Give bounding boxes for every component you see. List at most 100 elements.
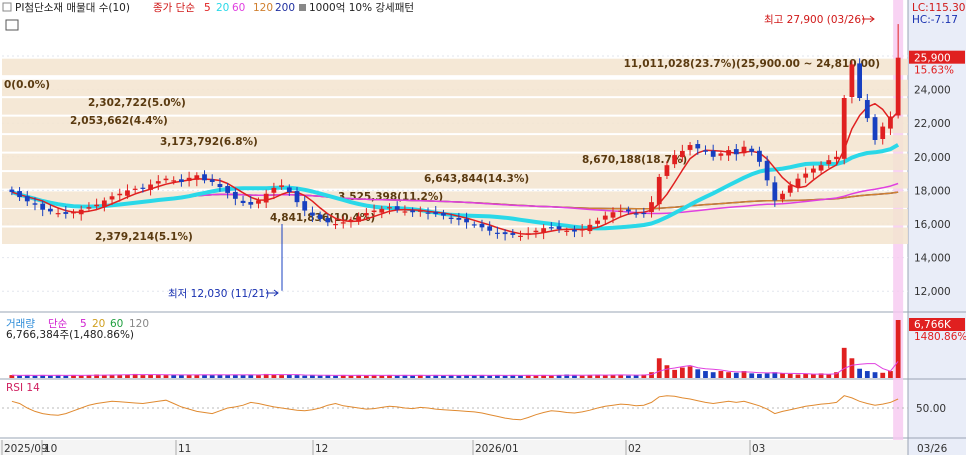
volume-bar xyxy=(687,366,693,378)
volume-bar xyxy=(733,372,739,378)
candle-body xyxy=(564,230,570,232)
volume-bar xyxy=(703,371,708,378)
candle-body xyxy=(71,212,76,214)
candle-body xyxy=(248,201,254,205)
legend-ma-60[interactable]: 60 xyxy=(232,2,245,14)
volume-readout: 6,766,384주(1,480.86%) xyxy=(6,329,134,341)
x-axis-area xyxy=(0,440,908,455)
candle-body xyxy=(163,178,169,181)
candle-body xyxy=(595,220,600,224)
candle-body xyxy=(333,224,338,226)
candle-body xyxy=(880,126,886,139)
volume-bar xyxy=(502,375,508,378)
candle-body xyxy=(363,213,369,216)
volume-profile-label: 3,173,792(6.8%) xyxy=(160,136,258,148)
hc-readout: HC:-7.17 xyxy=(912,14,958,26)
volume-bar xyxy=(841,347,847,378)
volume-bar xyxy=(618,375,624,378)
candle-body xyxy=(471,224,477,226)
volume-bar xyxy=(749,373,755,378)
candle-body xyxy=(826,160,832,165)
candle-body xyxy=(78,209,84,215)
candle-body xyxy=(556,226,562,230)
legend-ma-120[interactable]: 120 xyxy=(253,2,273,14)
volume-bar xyxy=(533,375,539,378)
volume-bar xyxy=(256,375,261,378)
rsi-tick-label: 50.00 xyxy=(916,403,946,415)
candle-body xyxy=(810,168,816,173)
volume-bar xyxy=(826,374,832,378)
candle-body xyxy=(387,207,392,209)
volume-bar xyxy=(379,375,385,378)
volume-bar xyxy=(695,369,701,378)
volume-bar xyxy=(363,375,369,378)
volume-bar xyxy=(487,375,493,378)
volume-tag: 6,766K xyxy=(914,319,952,331)
volume-bar xyxy=(471,375,477,378)
volume-bar xyxy=(718,371,724,378)
legend-ma-200[interactable]: 200 xyxy=(275,2,295,14)
candle-body xyxy=(317,214,323,219)
candle-body xyxy=(325,217,331,223)
candle-body xyxy=(494,232,500,234)
price-tick-label: 20,000 xyxy=(914,152,951,164)
candle-body xyxy=(24,196,30,202)
price-ma-label: 종가 단순 xyxy=(153,2,195,14)
candle-body xyxy=(417,210,423,212)
candle-body xyxy=(225,186,231,193)
price-tick-label: 16,000 xyxy=(914,219,951,231)
volume-bar xyxy=(710,372,716,378)
candle-body xyxy=(710,150,716,157)
volume-change-tag: 1480.86% xyxy=(914,331,966,343)
volume-bar xyxy=(17,375,22,378)
candle-body xyxy=(641,212,647,215)
candle-body xyxy=(757,150,762,162)
candle-body xyxy=(186,177,192,181)
candle-body xyxy=(256,200,261,204)
volume-bar xyxy=(32,375,38,378)
legend-ma-5[interactable]: 5 xyxy=(204,2,211,14)
high-price-annotation: 최고 27,900 (03/26) xyxy=(764,14,865,26)
candle-body xyxy=(780,193,785,200)
volume-bar xyxy=(780,373,785,378)
candle-body xyxy=(202,174,207,181)
candle-body xyxy=(818,165,824,171)
volume-bar xyxy=(410,375,416,378)
volume-profile-label: 2,379,214(5.1%) xyxy=(95,231,193,243)
candle-body xyxy=(787,185,793,193)
stock-chart[interactable]: 26,00024,00022,00020,00018,00016,00014,0… xyxy=(0,0,966,455)
volume-bar xyxy=(726,372,731,378)
candle-body xyxy=(726,150,731,156)
candle-body xyxy=(487,226,493,231)
stock-chart-window: 26,00024,00022,00020,00018,00016,00014,0… xyxy=(0,0,966,455)
series-name: PI첨단소재 매물대 수(10) xyxy=(15,2,130,14)
volume-bar xyxy=(872,372,878,378)
price-tick-label: 12,000 xyxy=(914,286,951,298)
candle-body xyxy=(548,227,554,229)
candle-body xyxy=(9,189,15,193)
candle-body xyxy=(279,185,284,187)
current-price-tag: 25,900 xyxy=(914,53,951,65)
candle-body xyxy=(171,180,177,182)
candle-body xyxy=(55,213,61,215)
price-tick-label: 24,000 xyxy=(914,85,951,97)
candle-body xyxy=(125,190,130,196)
candle-body xyxy=(502,232,508,235)
candle-body xyxy=(687,145,693,150)
x-axis-label: 2026/01 xyxy=(475,443,519,455)
candle-body xyxy=(872,117,878,140)
volume-bar xyxy=(179,375,184,378)
volume-bar xyxy=(548,375,554,378)
volume-bar xyxy=(163,375,169,378)
volume-bar xyxy=(849,358,855,378)
x-axis-label: 03/26 xyxy=(917,443,948,455)
volume-bar xyxy=(864,371,870,378)
candle-body xyxy=(379,208,385,213)
volume-bar xyxy=(803,373,809,378)
volume-bar xyxy=(810,374,816,378)
volume-bar xyxy=(857,368,863,378)
legend-ma-20[interactable]: 20 xyxy=(216,2,229,14)
candle-body xyxy=(402,211,408,213)
candle-body xyxy=(849,64,855,97)
volume-bar xyxy=(757,373,762,378)
